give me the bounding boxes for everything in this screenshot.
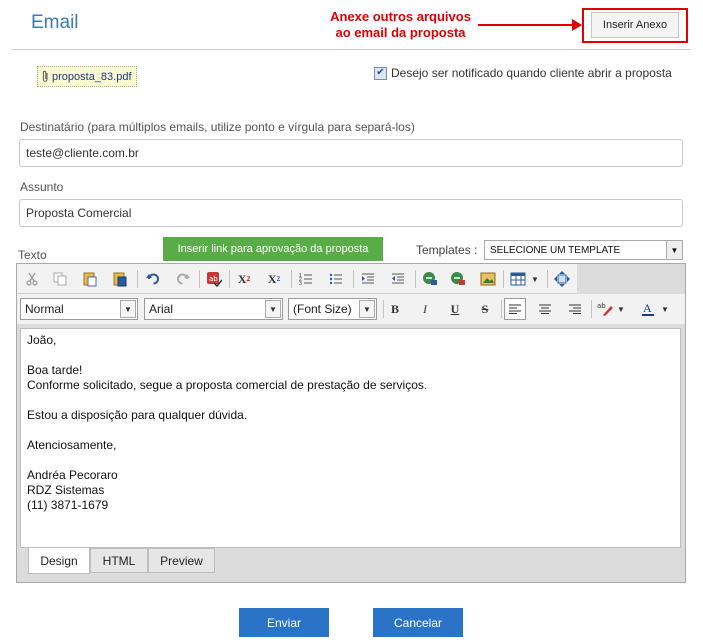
link-icon[interactable] <box>419 268 441 290</box>
align-left-icon[interactable] <box>504 298 526 320</box>
editor-line: João, <box>27 333 57 347</box>
recipient-label: Destinatário (para múltiplos emails, uti… <box>20 120 415 134</box>
chevron-down-icon[interactable]: ▼ <box>666 241 682 259</box>
editor-content[interactable]: João, Boa tarde! Conforme solicitado, segu… <box>20 328 681 548</box>
superscript-icon[interactable]: X2 <box>233 268 255 290</box>
subscript-icon[interactable]: X2 <box>263 268 285 290</box>
font-color-chevron-icon[interactable]: ▼ <box>659 298 671 320</box>
tab-design[interactable]: Design <box>28 548 90 574</box>
editor-line: Estou a disposição para qualquer dúvida. <box>27 408 248 422</box>
annotation-line-2: ao email da proposta <box>335 25 466 40</box>
annotation-line-1: Anexe outros arquivos <box>330 9 471 24</box>
font-value: Arial <box>149 302 174 316</box>
table-dropdown-chevron-icon[interactable]: ▼ <box>529 268 541 290</box>
insert-approval-link-button[interactable]: Inserir link para aprovação da proposta <box>163 237 383 261</box>
subject-input[interactable]: Proposta Comercial <box>19 199 683 227</box>
redo-icon[interactable] <box>172 268 194 290</box>
ordered-list-icon[interactable]: 123 <box>295 268 317 290</box>
fullscreen-icon[interactable] <box>551 268 573 290</box>
cut-icon[interactable] <box>21 268 43 290</box>
paperclip-icon <box>42 70 48 82</box>
notify-label: Desejo ser notificado quando cliente abr… <box>391 66 672 80</box>
paste-word-icon[interactable] <box>109 268 131 290</box>
text-label: Texto <box>18 248 47 262</box>
templates-select[interactable]: SELECIONE UM TEMPLATE ▼ <box>484 240 683 260</box>
highlight-chevron-icon[interactable]: ▼ <box>615 298 627 320</box>
tab-preview[interactable]: Preview <box>148 548 215 573</box>
templates-selected-value: SELECIONE UM TEMPLATE <box>490 244 621 256</box>
notify-checkbox[interactable]: ✔ <box>374 66 387 80</box>
format-select[interactable]: Normal ▼ <box>20 298 138 320</box>
cancel-button[interactable]: Cancelar <box>373 608 463 637</box>
editor-line: Andréa Pecoraro <box>27 468 118 482</box>
editor-line: RDZ Sistemas <box>27 483 105 497</box>
insert-attachment-button[interactable]: Inserir Anexo <box>591 12 679 38</box>
svg-text:3: 3 <box>299 281 302 286</box>
align-right-icon[interactable] <box>564 298 586 320</box>
editor-toolbar-row-2: Normal ▼ Arial ▼ (Font Size) ▼ B I U S a… <box>17 294 685 324</box>
underline-button[interactable]: U <box>444 298 466 320</box>
editor-line: Boa tarde! <box>27 363 83 377</box>
image-icon[interactable] <box>477 268 499 290</box>
spellcheck-icon[interactable]: ab <box>203 268 225 290</box>
templates-label: Templates : <box>416 243 478 257</box>
svg-text:A: A <box>643 301 652 315</box>
chevron-down-icon[interactable]: ▼ <box>359 300 375 318</box>
unordered-list-icon[interactable] <box>325 268 347 290</box>
indent-icon[interactable] <box>357 268 379 290</box>
subject-label: Assunto <box>20 180 64 194</box>
undo-icon[interactable] <box>142 268 164 290</box>
page-title: Email <box>31 12 79 33</box>
highlight-icon[interactable]: ab <box>595 298 617 320</box>
bold-button[interactable]: B <box>384 298 406 320</box>
paste-icon[interactable] <box>79 268 101 290</box>
table-icon[interactable] <box>507 268 529 290</box>
format-value: Normal <box>25 302 64 316</box>
align-center-icon[interactable] <box>534 298 556 320</box>
editor-toolbar-row-1: ab X2 X2 123 ▼ <box>17 264 577 294</box>
unlink-icon[interactable] <box>447 268 469 290</box>
copy-icon[interactable] <box>49 268 71 290</box>
italic-button[interactable]: I <box>414 298 436 320</box>
attachment-chip[interactable]: proposta_83.pdf <box>37 66 137 87</box>
tab-html[interactable]: HTML <box>90 548 148 573</box>
annotation-arrow-icon <box>478 19 582 31</box>
font-size-select[interactable]: (Font Size) ▼ <box>288 298 377 320</box>
attach-annotation: Anexe outros arquivos ao email da propos… <box>318 9 483 41</box>
attachment-file-name[interactable]: proposta_83.pdf <box>52 71 132 83</box>
editor-line: (11) 3871-1679 <box>27 498 109 512</box>
svg-text:ab: ab <box>597 302 606 310</box>
chevron-down-icon[interactable]: ▼ <box>120 300 136 318</box>
chevron-down-icon[interactable]: ▼ <box>265 300 281 318</box>
font-size-value: (Font Size) <box>293 302 352 316</box>
editor-mode-tabs: Design HTML Preview <box>20 548 681 574</box>
send-button[interactable]: Enviar <box>239 608 329 637</box>
recipient-input[interactable]: teste@cliente.com.br <box>19 139 683 167</box>
header-divider <box>12 49 691 50</box>
font-color-icon[interactable]: A <box>637 298 659 320</box>
svg-text:ab: ab <box>209 275 218 283</box>
editor-line: Conforme solicitado, segue a proposta co… <box>27 378 428 392</box>
editor-line: Atenciosamente, <box>27 438 117 452</box>
strikethrough-button[interactable]: S <box>474 298 496 320</box>
notify-option[interactable]: ✔ Desejo ser notificado quando cliente a… <box>374 66 672 80</box>
font-select[interactable]: Arial ▼ <box>144 298 283 320</box>
outdent-icon[interactable] <box>387 268 409 290</box>
